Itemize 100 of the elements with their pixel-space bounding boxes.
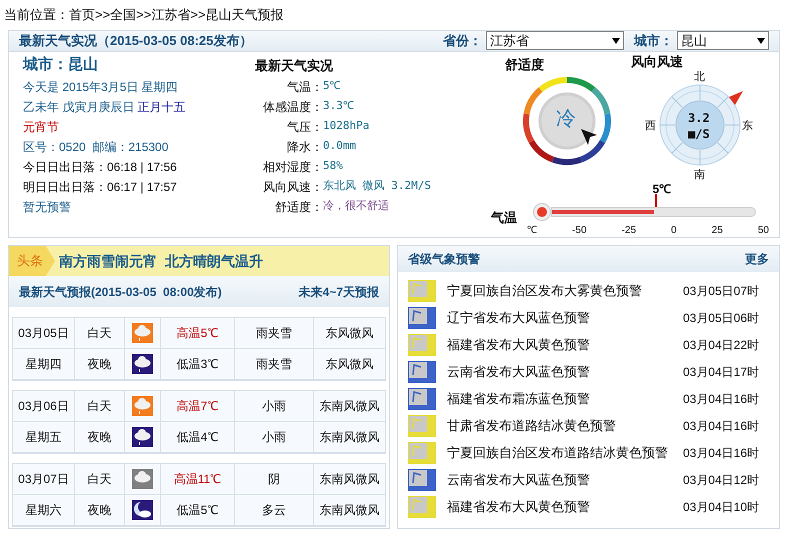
info-line: 明日日出日落：06:17 | 17:57 bbox=[23, 178, 177, 196]
field-label: 相对湿度： bbox=[262, 158, 323, 176]
comfort-title: 舒适度 bbox=[505, 56, 544, 72]
panel-title: 省级气象预警 bbox=[408, 251, 480, 268]
tick-label: 50 bbox=[758, 224, 769, 238]
warning-link[interactable]: 云南省发布大风蓝色预警 bbox=[447, 470, 683, 490]
field-value: 3.3℃ bbox=[323, 98, 354, 114]
field-label: 气温： bbox=[286, 78, 323, 96]
temperature-reading: 5℃ bbox=[652, 180, 672, 198]
rain-cloud-icon bbox=[132, 427, 153, 447]
info-text: 正月十五 bbox=[138, 98, 186, 116]
warning-time: 03月05日07时 bbox=[682, 282, 759, 300]
wind-title: 风向风速 bbox=[631, 54, 684, 68]
tick-label: -50 bbox=[572, 224, 586, 238]
period-label: 夜晚 bbox=[75, 422, 125, 453]
panel-title: 最新天气实况（2015-03-05 08:25发布） bbox=[19, 32, 252, 50]
warning-link[interactable]: 福建省发布大风黄色预警 bbox=[447, 496, 683, 516]
more-forecast-link[interactable]: 未来4~7天预报 bbox=[298, 282, 379, 300]
period-label: 夜晚 bbox=[75, 349, 125, 380]
panel-title: 最新天气预报(2015-03-05 08:00发布) bbox=[19, 284, 222, 300]
field-value: 冷，很不舒适 bbox=[323, 198, 389, 214]
city-label: 城市： bbox=[634, 32, 673, 50]
rain-cloud-icon bbox=[132, 354, 153, 374]
temperature-cell: 高温5℃ bbox=[161, 318, 235, 349]
period-label: 白天 bbox=[75, 318, 125, 349]
warning-link[interactable]: 云南省发布大风蓝色预警 bbox=[447, 362, 683, 382]
compass-label: 南 bbox=[694, 168, 705, 182]
caret-icon bbox=[612, 38, 620, 44]
wind-cell: 东风微风 bbox=[314, 318, 385, 349]
warning-time: 03月04日16时 bbox=[682, 418, 759, 434]
wind-cell: 东风微风 bbox=[314, 349, 385, 380]
comfort-value: 冷 bbox=[556, 108, 576, 128]
warning-link[interactable]: 宁夏回族自治区发布道路结冰黄色预警 bbox=[447, 442, 683, 462]
field-value: 0.0mm bbox=[323, 138, 356, 154]
moon-cloud-icon bbox=[132, 500, 153, 520]
more-link[interactable]: 更多 bbox=[745, 250, 769, 268]
field-value: 1028hPa bbox=[323, 118, 370, 134]
temperature-cell: 低温5℃ bbox=[161, 495, 235, 526]
period-label: 夜晚 bbox=[75, 495, 125, 526]
warning-link[interactable]: 福建省发布霜冻蓝色预警 bbox=[447, 388, 683, 408]
direction-arrow-icon bbox=[729, 90, 743, 104]
period-label: 白天 bbox=[75, 464, 125, 495]
warning-time: 03月04日10时 bbox=[682, 498, 759, 516]
warning-link[interactable]: 宁夏回族自治区发布大雾黄色预警 bbox=[447, 280, 683, 300]
compass-label: 东 bbox=[742, 118, 753, 134]
info-line: 暂无预警 bbox=[23, 198, 71, 216]
forecast-weekday: 星期四 bbox=[13, 349, 75, 380]
period-label: 白天 bbox=[75, 391, 125, 422]
city-select[interactable]: 昆山 bbox=[677, 31, 769, 50]
warning-link[interactable]: 福建省发布大风黄色预警 bbox=[447, 334, 683, 354]
temperature-cell: 低温3℃ bbox=[161, 349, 235, 380]
tick-label: ℃ bbox=[527, 224, 537, 238]
wind-cell: 东南风微风 bbox=[314, 391, 385, 422]
warning-link[interactable]: 甘肃省发布道路结冰黄色预警 bbox=[447, 416, 683, 436]
temperature-marker bbox=[654, 194, 656, 206]
info-line: 今天是 2015年3月5日 星期四 bbox=[23, 78, 178, 96]
forecast-date: 03月06日 bbox=[13, 391, 75, 422]
warning-time: 03月04日16时 bbox=[682, 444, 759, 462]
temperature-cell: 高温11℃ bbox=[161, 464, 235, 495]
cloud-icon bbox=[132, 469, 153, 489]
field-label: 气压： bbox=[286, 118, 323, 136]
field-label: 风向风速： bbox=[262, 178, 323, 196]
weather-cell: 多云 bbox=[235, 495, 314, 526]
forecast-date: 03月07日 bbox=[13, 464, 75, 495]
weather-cell: 雨夹雪 bbox=[235, 318, 314, 349]
forecast-weekday: 星期五 bbox=[13, 422, 75, 453]
tick-label: -25 bbox=[622, 224, 636, 238]
pointer-icon bbox=[581, 128, 597, 144]
thermometer-label: 气温 bbox=[491, 208, 518, 226]
warning-link[interactable]: 辽宁省发布大风蓝色预警 bbox=[447, 308, 683, 328]
weather-cell: 阴 bbox=[235, 464, 314, 495]
warning-time: 03月04日12时 bbox=[682, 472, 759, 488]
info-text: 乙未年 戊寅月庚辰日 bbox=[23, 98, 136, 116]
field-value: 5℃ bbox=[323, 78, 341, 94]
info-line: 区号：0520 邮编：215300 bbox=[23, 138, 168, 156]
info-line: 元宵节 bbox=[23, 118, 59, 136]
forecast-date: 03月05日 bbox=[13, 318, 75, 349]
province-select[interactable]: 江苏省 bbox=[486, 31, 624, 50]
info-line: 今日日出日落：06:18 | 17:56 bbox=[23, 158, 177, 176]
weather-cell: 雨夹雪 bbox=[235, 349, 314, 380]
weather-cell: 小雨 bbox=[235, 391, 314, 422]
field-value: 58% bbox=[323, 158, 343, 174]
rain-cloud-icon bbox=[132, 323, 153, 343]
compass-label: 西 bbox=[645, 118, 656, 134]
headline-link[interactable]: 南方雨雪闹元宵 北方晴朗气温升 bbox=[59, 250, 263, 272]
warning-time: 03月05日06时 bbox=[682, 310, 759, 326]
caret-icon bbox=[757, 38, 765, 44]
rain-cloud-icon bbox=[132, 396, 153, 416]
wind-unit: ■/S bbox=[688, 126, 710, 142]
tick-label: 25 bbox=[712, 224, 723, 238]
wind-speed: 3.2 bbox=[688, 110, 710, 126]
city-name: 城市：昆山 bbox=[23, 55, 98, 76]
field-label: 体感温度： bbox=[262, 98, 323, 116]
temperature-cell: 低温4℃ bbox=[161, 422, 235, 453]
tick-label: 0 bbox=[671, 224, 677, 238]
warning-time: 03月04日17时 bbox=[682, 364, 759, 380]
field-label: 舒适度： bbox=[274, 198, 323, 216]
temperature-cell: 高温7℃ bbox=[161, 391, 235, 422]
warning-time: 03月04日16时 bbox=[682, 390, 759, 408]
forecast-weekday: 星期六 bbox=[13, 495, 75, 526]
